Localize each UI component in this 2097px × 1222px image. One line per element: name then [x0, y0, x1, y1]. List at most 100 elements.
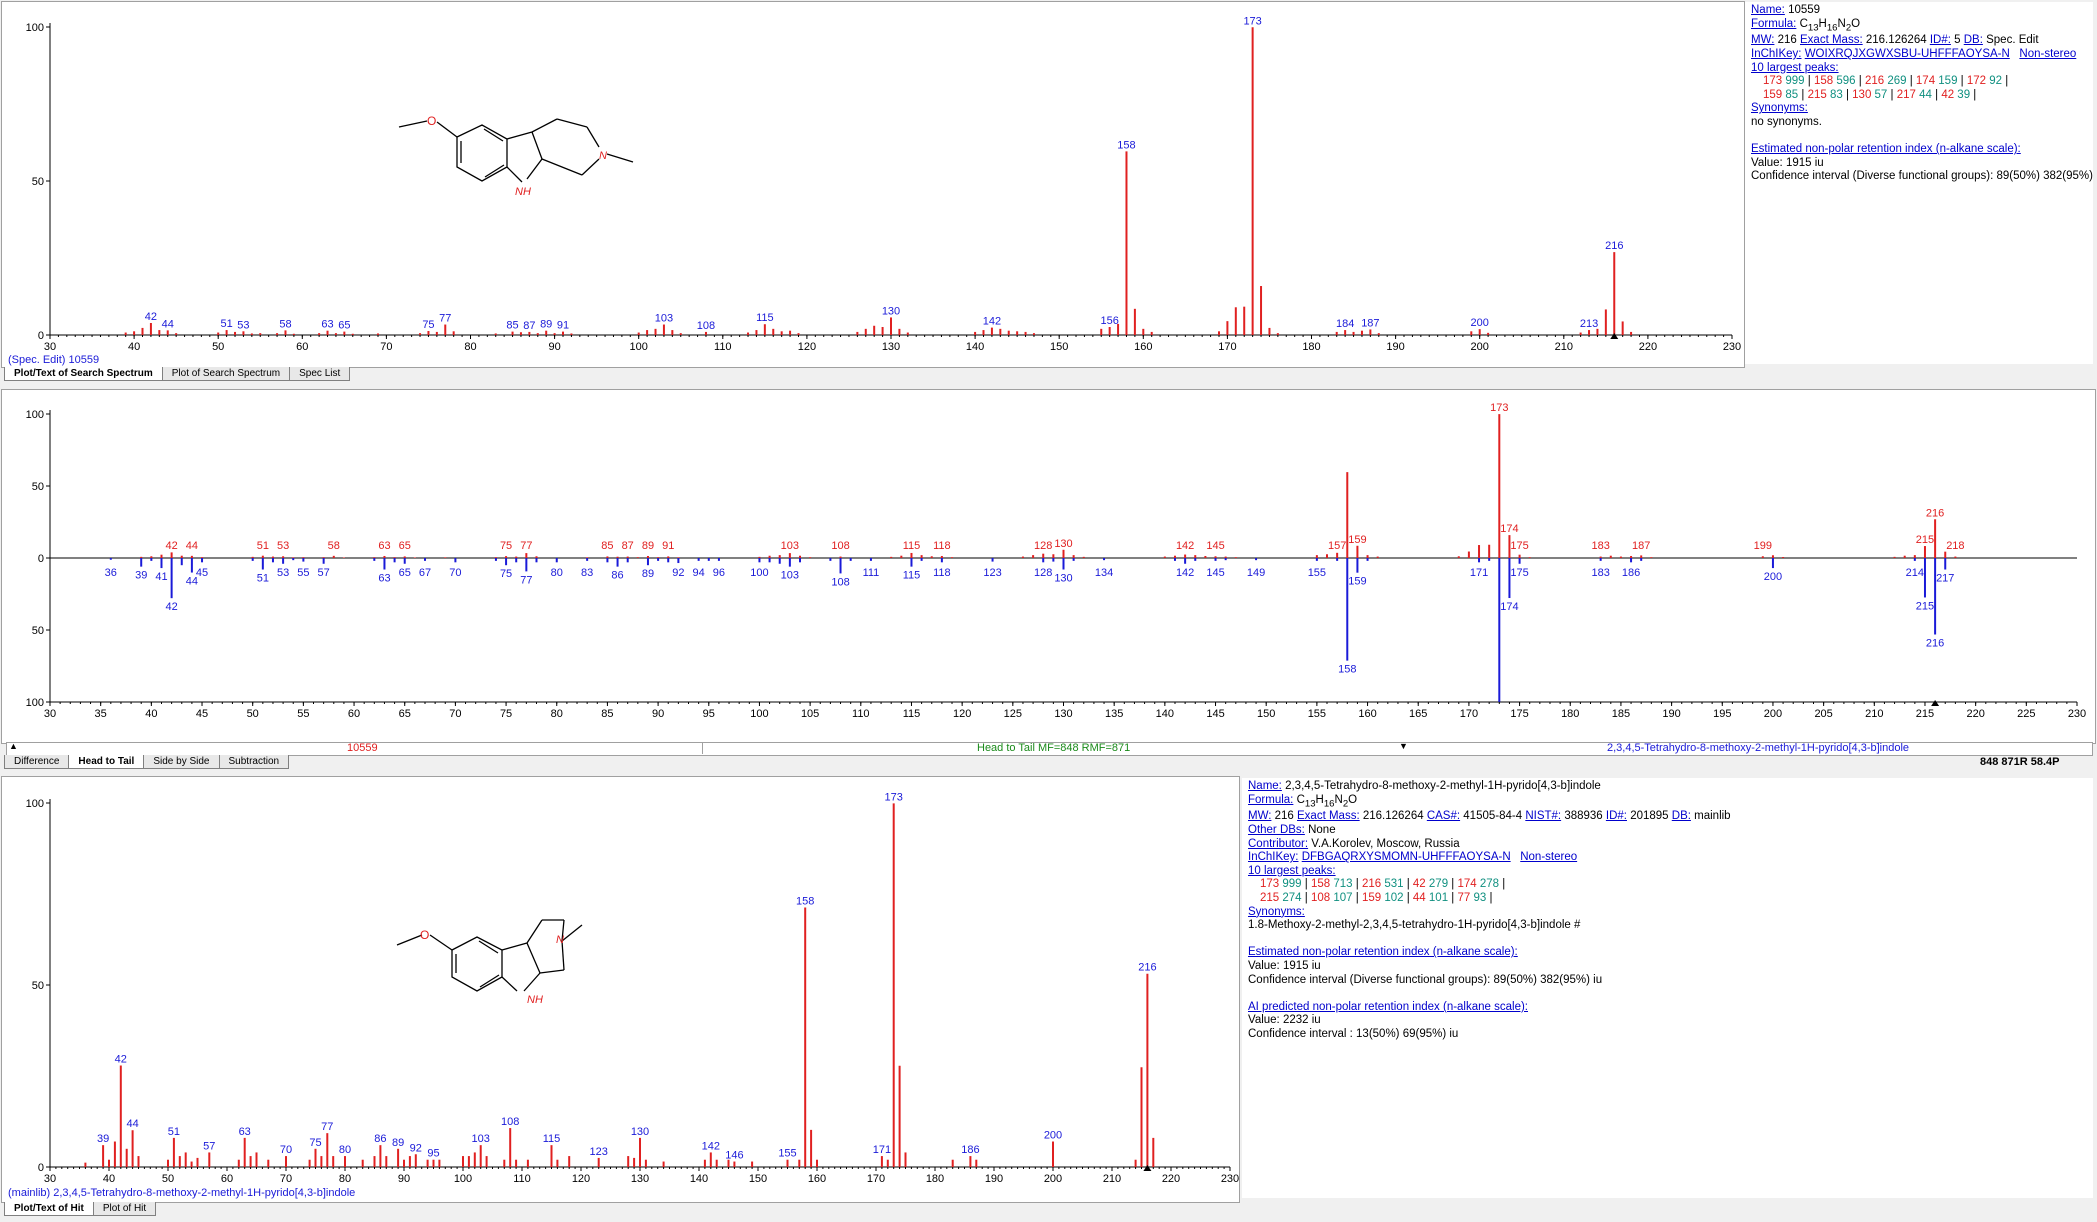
x-tick-label: 205 — [1814, 708, 1832, 720]
x-tick-label: 80 — [551, 708, 563, 720]
x-tick-label: 120 — [953, 708, 971, 720]
x-tick-label: 160 — [1358, 708, 1376, 720]
ri-value: Value: 1915 iu — [1751, 156, 1824, 169]
tab-subtraction[interactable]: Subtraction — [218, 755, 290, 769]
peak-mz: 158 — [1310, 878, 1331, 891]
lower-peak-label: 100 — [750, 567, 768, 579]
peak-abundance: 159 — [1935, 75, 1958, 88]
x-tick-label: 40 — [145, 708, 157, 720]
ri-label[interactable]: Estimated non-polar retention index (n-a… — [1751, 143, 2021, 155]
other-dbs-label[interactable]: Other DBs: — [1248, 824, 1305, 836]
inchikey-link[interactable]: DFBGAQRXYSMOMN-UHFFFAOYSA-N — [1302, 851, 1511, 863]
exact-mass-value: 216.126264 — [1865, 34, 1927, 47]
tab-head-to-tail[interactable]: Head to Tail — [68, 755, 145, 769]
tab-spec-list[interactable]: Spec List — [289, 367, 351, 381]
upper-peak-label: 215 — [1916, 534, 1934, 546]
inchikey-link[interactable]: WOIXRQJXGWXSBU-UHFFFAOYSA-N — [1805, 48, 2010, 60]
hit-status: (mainlib) 2,3,4,5-Tetrahydro-8-methoxy-2… — [8, 1187, 356, 1199]
hit-peak-label: 39 — [97, 1133, 109, 1145]
hit-peak-label: 173 — [885, 791, 903, 803]
upper-peak-label: 199 — [1754, 540, 1772, 552]
name-label[interactable]: Name: — [1248, 780, 1282, 792]
tab-difference[interactable]: Difference — [4, 755, 70, 769]
lower-peak-label: 89 — [642, 568, 654, 580]
x-tick-label: 145 — [1206, 708, 1224, 720]
nist-label[interactable]: NIST#: — [1525, 810, 1561, 822]
ri-label[interactable]: Estimated non-polar retention index (n-a… — [1248, 946, 1518, 958]
cas-label[interactable]: CAS#: — [1427, 810, 1460, 822]
mw-label[interactable]: MW: — [1751, 34, 1774, 46]
ai-ri-label[interactable]: AI predicted non-polar retention index (… — [1248, 1001, 1528, 1013]
contributor-label[interactable]: Contributor: — [1248, 838, 1308, 850]
lower-peak-label: 53 — [277, 567, 289, 579]
peak-abundance: 999 — [1279, 878, 1302, 891]
lower-peak-label: 96 — [713, 567, 725, 579]
hit-spectrum-plot[interactable]: 30 40 50 60 70 80 90 100 110 120 130 140 150 160 170 18… — [1, 776, 1240, 1203]
tab-side-by-side[interactable]: Side by Side — [143, 755, 220, 769]
hit-peak-label: 142 — [702, 1140, 720, 1152]
nist-value: 388936 — [1564, 810, 1603, 823]
x-tick-label: 120 — [798, 341, 816, 353]
search-spectrum-chart[interactable]: 30 40 50 60 70 80 90 100 110 120 130 140 150 160 170 18… — [2, 2, 1744, 367]
id-label[interactable]: ID#: — [1930, 34, 1951, 46]
non-stereo-link[interactable]: Non-stereo — [1520, 851, 1577, 863]
tab-plot-search[interactable]: Plot of Search Spectrum — [161, 367, 291, 381]
upper-peak-label: 173 — [1490, 402, 1508, 414]
peak-abundance: 269 — [1884, 75, 1907, 88]
tab-plot-text-search[interactable]: Plot/Text of Search Spectrum — [4, 367, 163, 381]
compare-left-label: 10559 — [347, 742, 378, 754]
tab-plot-text-hit[interactable]: Plot/Text of Hit — [4, 1202, 94, 1216]
inchikey-label[interactable]: InChIKey: — [1248, 851, 1299, 863]
synonyms-label[interactable]: Synonyms: — [1248, 906, 1305, 918]
lower-peak-label: 77 — [520, 574, 532, 586]
upper-peak-label: 142 — [1176, 540, 1194, 552]
head-to-tail-plot[interactable]: 30 35 40 45 50 55 60 65 70 75 80 85 90 95 100 105 110 115… — [1, 389, 2096, 744]
head-to-tail-chart[interactable]: 30 35 40 45 50 55 60 65 70 75 80 85 90 95 100 105 110 115… — [2, 390, 2095, 743]
largest-peaks-label[interactable]: 10 largest peaks: — [1751, 62, 1839, 74]
lower-peak-label: 92 — [672, 567, 684, 579]
x-tick-label: 60 — [348, 708, 360, 720]
hit-peak-label: 95 — [427, 1148, 439, 1160]
inchikey-label[interactable]: InChIKey: — [1751, 48, 1802, 60]
exact-mass-label[interactable]: Exact Mass: — [1297, 810, 1360, 822]
peak-label: 91 — [557, 320, 569, 332]
tab-plot-hit[interactable]: Plot of Hit — [92, 1202, 157, 1216]
ri-confidence: Confidence interval (Diverse functional … — [1751, 170, 2093, 183]
lower-peak-label: 214 — [1906, 567, 1924, 579]
right-arrow-icon[interactable]: ▼ — [1399, 741, 1408, 751]
upper-peak-label: 87 — [622, 540, 634, 552]
search-spectrum-plot[interactable]: 30 40 50 60 70 80 90 100 110 120 130 140 150 160 170 18… — [1, 1, 1745, 368]
exact-mass-label[interactable]: Exact Mass: — [1800, 34, 1863, 46]
compound-name: 10559 — [1788, 4, 1821, 16]
lower-peak-label: 171 — [1470, 567, 1488, 579]
largest-peaks-label[interactable]: 10 largest peaks: — [1248, 865, 1336, 877]
largest-peaks-row-1: 173 999 | 158 596 | 216 269 | 174 159 | … — [1763, 75, 2009, 88]
id-label[interactable]: ID#: — [1606, 810, 1627, 822]
compare-center-label: Head to Tail MF=848 RMF=871 — [977, 742, 1131, 754]
hit-peak-label: 80 — [339, 1144, 351, 1156]
x-tick-label: 190 — [1386, 341, 1404, 353]
hit-peak-label: 200 — [1044, 1130, 1062, 1142]
peak-mz: 216 — [1361, 878, 1382, 891]
peak-mz: 130 — [1852, 88, 1872, 101]
lower-peak-label: 63 — [378, 573, 390, 585]
nh-atom: NH — [527, 994, 543, 1006]
hit-peak-label: 77 — [321, 1121, 333, 1133]
x-tick-label: 90 — [652, 708, 664, 720]
db-label[interactable]: DB: — [1672, 810, 1691, 822]
synonyms-label[interactable]: Synonyms: — [1751, 102, 1808, 114]
mw-label[interactable]: MW: — [1248, 810, 1271, 822]
mw-marker-icon — [1610, 333, 1619, 339]
left-arrow-icon[interactable]: ▲ — [9, 741, 18, 751]
oxygen-atom: O — [427, 114, 436, 128]
lower-peak-label: 86 — [611, 570, 623, 582]
formula-label[interactable]: Formula: — [1248, 794, 1293, 806]
name-label[interactable]: Name: — [1751, 4, 1785, 16]
peak-mz: 108 — [1310, 892, 1331, 905]
formula-label[interactable]: Formula: — [1751, 18, 1796, 30]
peak-label: 173 — [1243, 15, 1261, 27]
db-label[interactable]: DB: — [1964, 34, 1983, 46]
y-tick-label: 50 — [32, 625, 44, 637]
non-stereo-link[interactable]: Non-stereo — [2019, 48, 2076, 60]
x-tick-label: 30 — [44, 341, 56, 353]
